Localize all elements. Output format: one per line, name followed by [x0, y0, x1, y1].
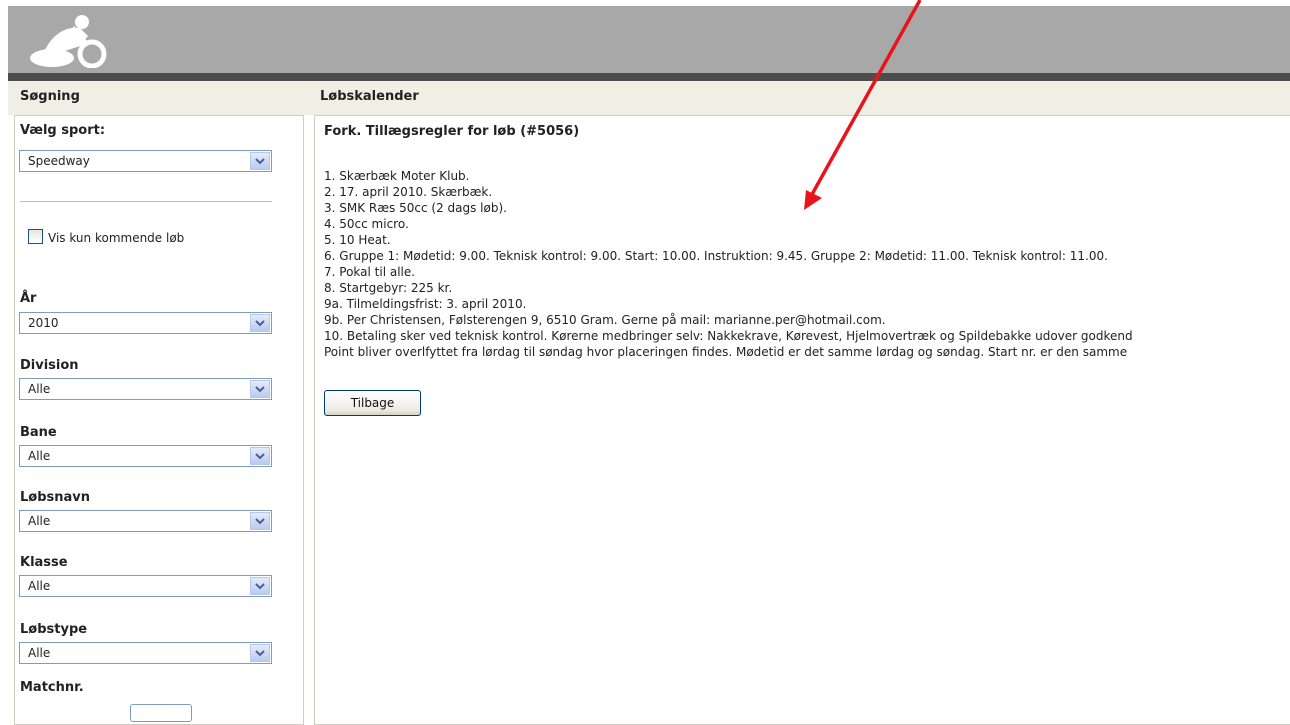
rules-line: 7. Pokal til alle. [324, 265, 416, 279]
class-select[interactable]: Alle [19, 575, 272, 597]
motorcycle-rider-logo [30, 15, 107, 68]
page-title: Løbskalender [320, 89, 419, 104]
class-select-value: Alle [28, 579, 51, 593]
race-name-label: Løbsnavn [20, 490, 91, 505]
race-name-select-value: Alle [28, 514, 51, 528]
class-label: Klasse [20, 555, 68, 570]
race-name-select[interactable]: Alle [19, 510, 272, 532]
year-select-value: 2010 [28, 316, 59, 330]
back-button[interactable]: Tilbage [324, 390, 421, 416]
race-type-label: Løbstype [20, 622, 88, 637]
chevron-down-icon[interactable] [250, 152, 270, 170]
sidebar-divider [20, 201, 272, 202]
race-type-select-value: Alle [28, 646, 51, 660]
rules-line: 9b. Per Christensen, Følsterengen 9, 651… [324, 313, 886, 327]
division-label: Division [20, 358, 79, 373]
bane-label: Bane [20, 425, 57, 440]
division-select[interactable]: Alle [19, 378, 272, 400]
rules-line: 1. Skærbæk Moter Klub. [324, 169, 470, 183]
sport-label: Vælg sport: [20, 123, 106, 138]
rules-line: 2. 17. april 2010. Skærbæk. [324, 185, 493, 199]
match-number-input[interactable] [130, 704, 192, 722]
bane-select-value: Alle [28, 449, 51, 463]
race-type-select[interactable]: Alle [19, 642, 272, 664]
sidebar-title: Søgning [20, 89, 80, 104]
upcoming-only-checkbox[interactable] [28, 229, 43, 244]
rules-line: 4. 50cc micro. [324, 217, 409, 231]
chevron-down-icon[interactable] [250, 577, 270, 595]
bane-select[interactable]: Alle [19, 445, 272, 467]
division-select-value: Alle [28, 382, 51, 396]
rules-text: 1. Skærbæk Moter Klub. 2. 17. april 2010… [324, 168, 1284, 360]
year-label: År [20, 291, 37, 306]
rules-line: Point bliver overlfyttet fra lørdag til … [324, 345, 1128, 359]
chevron-down-icon[interactable] [250, 447, 270, 465]
rules-line: 5. 10 Heat. [324, 233, 391, 247]
site-header [8, 6, 1290, 73]
match-number-label: Matchnr. [20, 680, 84, 695]
rules-line: 6. Gruppe 1: Mødetid: 9.00. Teknisk kont… [324, 249, 1108, 263]
sport-select[interactable]: Speedway [19, 150, 272, 172]
rules-line: 10. Betaling sker ved teknisk kontrol. K… [324, 329, 1133, 343]
year-select[interactable]: 2010 [19, 312, 272, 334]
upcoming-only-label: Vis kun kommende løb [48, 231, 185, 245]
chevron-down-icon[interactable] [250, 314, 270, 332]
chevron-down-icon[interactable] [250, 644, 270, 662]
rules-title: Fork. Tillægsregler for løb (#5056) [324, 124, 580, 139]
header-divider [8, 73, 1290, 81]
section-bar [8, 81, 1290, 115]
chevron-down-icon[interactable] [250, 380, 270, 398]
rules-line: 8. Startgebyr: 225 kr. [324, 281, 453, 295]
rules-line: 3. SMK Ræs 50cc (2 dags løb). [324, 201, 507, 215]
chevron-down-icon[interactable] [250, 512, 270, 530]
sport-select-value: Speedway [28, 154, 90, 168]
rules-line: 9a. Tilmeldingsfrist: 3. april 2010. [324, 297, 527, 311]
